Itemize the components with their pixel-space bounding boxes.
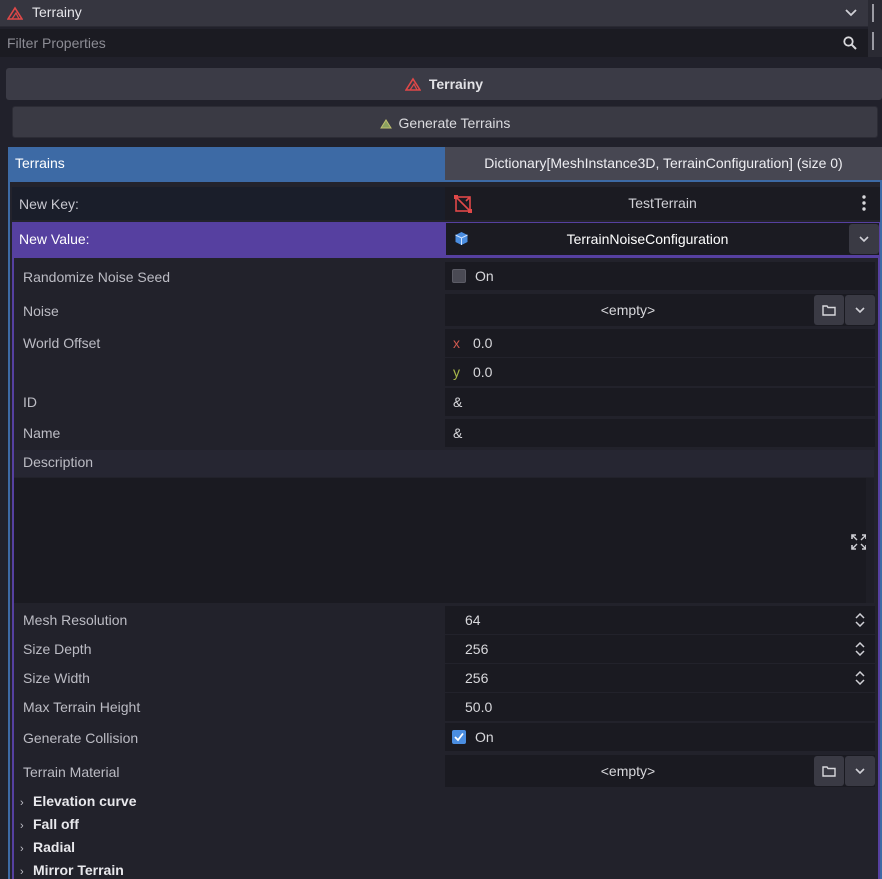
generate-terrains-button[interactable]: Generate Terrains (12, 106, 878, 138)
filter-properties-input[interactable]: Filter Properties (0, 29, 868, 57)
description-scrollbar[interactable] (866, 478, 874, 603)
terrain-mountain-icon (7, 6, 23, 20)
terrain-material-resource-field[interactable]: <empty> (445, 755, 875, 787)
node-name: Terrainy (32, 4, 82, 20)
name-input[interactable]: & (445, 419, 875, 447)
section-label: Mirror Terrain (33, 862, 124, 878)
terrains-property-label[interactable]: Terrains (8, 147, 445, 180)
mesh-resolution-value: 64 (465, 612, 481, 628)
new-value-dropdown-button[interactable] (849, 224, 879, 254)
id-value: & (453, 394, 463, 410)
max-terrain-height-value: 50.0 (465, 699, 493, 715)
new-value-resource-field[interactable]: TerrainNoiseConfiguration (445, 222, 880, 256)
world-offset-y-value: 0.0 (473, 364, 493, 380)
section-label: Elevation curve (33, 793, 137, 809)
spinner-arrows-icon[interactable] (855, 671, 865, 685)
chevron-down-icon (855, 307, 865, 314)
max-terrain-height-label: Max Terrain Height (23, 699, 141, 715)
size-depth-value: 256 (465, 641, 489, 657)
new-value-label-text: New Value: (19, 231, 90, 247)
size-width-value: 256 (465, 670, 489, 686)
id-label: ID (23, 394, 37, 410)
chevron-right-icon: › (20, 797, 24, 809)
folder-icon (822, 304, 836, 316)
more-options-icon[interactable] (862, 195, 866, 211)
section-radial[interactable]: › Radial (20, 839, 75, 855)
world-offset-label: World Offset (23, 335, 101, 351)
terrain-material-load-button[interactable] (814, 756, 844, 786)
noise-load-button[interactable] (814, 295, 844, 325)
max-terrain-height-input[interactable]: 50.0 (445, 693, 875, 721)
description-header (14, 450, 874, 477)
description-textarea[interactable] (14, 478, 874, 603)
expand-icon[interactable] (851, 534, 867, 550)
new-key-value: TestTerrain (628, 195, 697, 211)
spinner-arrows-icon[interactable] (855, 642, 865, 656)
terrain-material-label: Terrain Material (23, 764, 120, 780)
node-selector[interactable]: Terrainy (0, 0, 868, 27)
randomize-noise-seed-checkbox[interactable] (452, 269, 466, 283)
chevron-right-icon: › (20, 866, 24, 878)
chevron-right-icon: › (20, 843, 24, 855)
noise-dropdown-button[interactable] (845, 295, 875, 325)
section-fall-off[interactable]: › Fall off (20, 816, 79, 832)
size-width-label: Size Width (23, 670, 90, 686)
size-depth-spinbox[interactable]: 256 (445, 635, 875, 663)
generate-collision-value: On (475, 729, 494, 745)
world-offset-x-value: 0.0 (473, 335, 493, 351)
y-axis-label: y (453, 364, 460, 380)
section-label: Fall off (33, 816, 79, 832)
size-width-spinbox[interactable]: 256 (445, 664, 875, 692)
chevron-right-icon: › (20, 820, 24, 832)
history-icon[interactable] (872, 4, 880, 22)
generate-terrains-label: Generate Terrains (398, 115, 511, 131)
new-value-label: New Value: (12, 222, 445, 256)
description-label: Description (23, 454, 94, 470)
spinner-arrows-icon[interactable] (855, 613, 865, 627)
category-title: Terrainy (428, 76, 484, 92)
chevron-down-icon (859, 236, 869, 243)
terrain-small-icon (379, 118, 392, 129)
randomize-noise-seed-value: On (475, 268, 494, 284)
filter-placeholder: Filter Properties (7, 35, 106, 51)
randomize-noise-seed-label: Randomize Noise Seed (23, 269, 171, 285)
chevron-down-icon[interactable] (845, 9, 857, 17)
randomize-noise-seed-field[interactable]: On (445, 262, 875, 290)
generate-collision-checkbox[interactable] (452, 730, 466, 744)
terrain-mountain-icon (404, 77, 421, 91)
world-offset-x-field[interactable]: x 0.0 (445, 329, 875, 357)
world-offset-y-field[interactable]: y 0.0 (445, 358, 875, 386)
sort-icon[interactable] (872, 32, 880, 50)
generate-collision-label: Generate Collision (23, 730, 139, 746)
folder-icon (822, 765, 836, 777)
new-value-resource-name: TerrainNoiseConfiguration (566, 231, 729, 247)
chevron-down-icon (855, 768, 865, 775)
side-toolbar[interactable] (868, 0, 882, 57)
mesh-resolution-spinbox[interactable]: 64 (445, 606, 875, 634)
terrains-dictionary-button[interactable]: Dictionary[MeshInstance3D, TerrainConfig… (445, 147, 882, 180)
terrain-material-value: <empty> (600, 763, 656, 779)
section-elevation-curve[interactable]: › Elevation curve (20, 793, 137, 809)
new-key-label: New Key: (12, 187, 445, 220)
new-key-label-text: New Key: (19, 196, 79, 212)
id-input[interactable]: & (445, 388, 875, 416)
name-value: & (453, 425, 463, 441)
mesh-resolution-label: Mesh Resolution (23, 612, 128, 628)
section-mirror-terrain[interactable]: › Mirror Terrain (20, 862, 124, 878)
section-label: Radial (33, 839, 76, 855)
generate-collision-field[interactable]: On (445, 723, 875, 751)
terrains-label: Terrains (15, 155, 65, 171)
search-icon[interactable] (843, 36, 857, 50)
size-depth-label: Size Depth (23, 641, 92, 657)
terrains-dictionary-value: Dictionary[MeshInstance3D, TerrainConfig… (484, 155, 843, 171)
inspector-category-header: Terrainy (6, 68, 882, 100)
name-label: Name (23, 425, 61, 441)
terrain-material-dropdown-button[interactable] (845, 756, 875, 786)
new-key-field[interactable]: TestTerrain (445, 187, 880, 220)
noise-resource-field[interactable]: <empty> (445, 294, 875, 326)
noise-value: <empty> (600, 302, 656, 318)
x-axis-label: x (453, 335, 460, 351)
noise-label: Noise (23, 303, 59, 319)
